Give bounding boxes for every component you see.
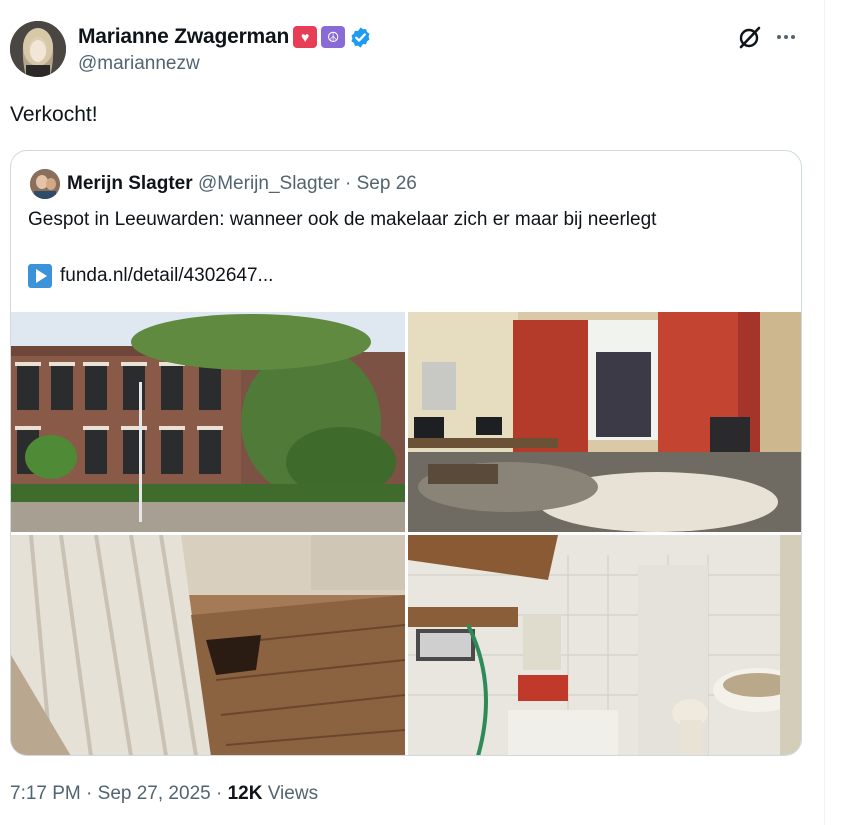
separator-dot: ·: [80, 783, 98, 804]
separator-dot: ·: [210, 783, 228, 804]
quoted-display-name[interactable]: Merijn Slagter: [67, 173, 193, 194]
verified-badge-icon[interactable]: [349, 26, 372, 49]
grok-icon[interactable]: [737, 24, 763, 50]
quoted-author-avatar[interactable]: [30, 169, 60, 199]
more-options-icon[interactable]: [777, 27, 801, 47]
photo-damaged-floor[interactable]: [11, 535, 405, 755]
views-count[interactable]: 12K: [228, 783, 263, 804]
tweet-text: Verkocht!: [10, 103, 98, 126]
quoted-text: Gespot in Leeuwarden: wanneer ook de mak…: [28, 209, 657, 230]
author-avatar[interactable]: [10, 21, 66, 77]
photo-messy-bedroom[interactable]: [408, 312, 801, 532]
tweet-time[interactable]: 7:17 PM: [10, 783, 81, 804]
tweet-date[interactable]: Sep 27, 2025: [98, 783, 211, 804]
separator-dot: ·: [339, 173, 357, 194]
column-divider: [824, 0, 825, 825]
peace-emoji-icon: ☮: [321, 26, 346, 48]
views-label[interactable]: Views: [262, 783, 318, 804]
quoted-date[interactable]: Sep 26: [357, 173, 417, 194]
quoted-link-row: funda.nl/detail/4302647...: [28, 264, 273, 288]
author-display-name[interactable]: Marianne Zwagerman: [78, 25, 289, 49]
quoted-tweet-card[interactable]: Merijn Slagter @Merijn_Slagter · Sep 26 …: [10, 150, 802, 756]
photo-house-exterior[interactable]: [11, 312, 405, 532]
photo-dirty-bathroom[interactable]: [408, 535, 801, 755]
heart-emoji-icon: ♥: [293, 26, 318, 48]
photo-grid: [11, 312, 801, 755]
quoted-link[interactable]: funda.nl/detail/4302647...: [60, 265, 273, 287]
quoted-header: Merijn Slagter @Merijn_Slagter · Sep 26: [67, 173, 417, 195]
play-button-icon: [28, 264, 52, 288]
author-handle[interactable]: @mariannezw: [78, 53, 200, 75]
tweet-footer: 7:17 PM · Sep 27, 2025 · 12K Views: [10, 783, 318, 805]
author-name-row: Marianne Zwagerman ♥ ☮: [78, 25, 372, 49]
quoted-handle[interactable]: @Merijn_Slagter: [198, 173, 340, 194]
